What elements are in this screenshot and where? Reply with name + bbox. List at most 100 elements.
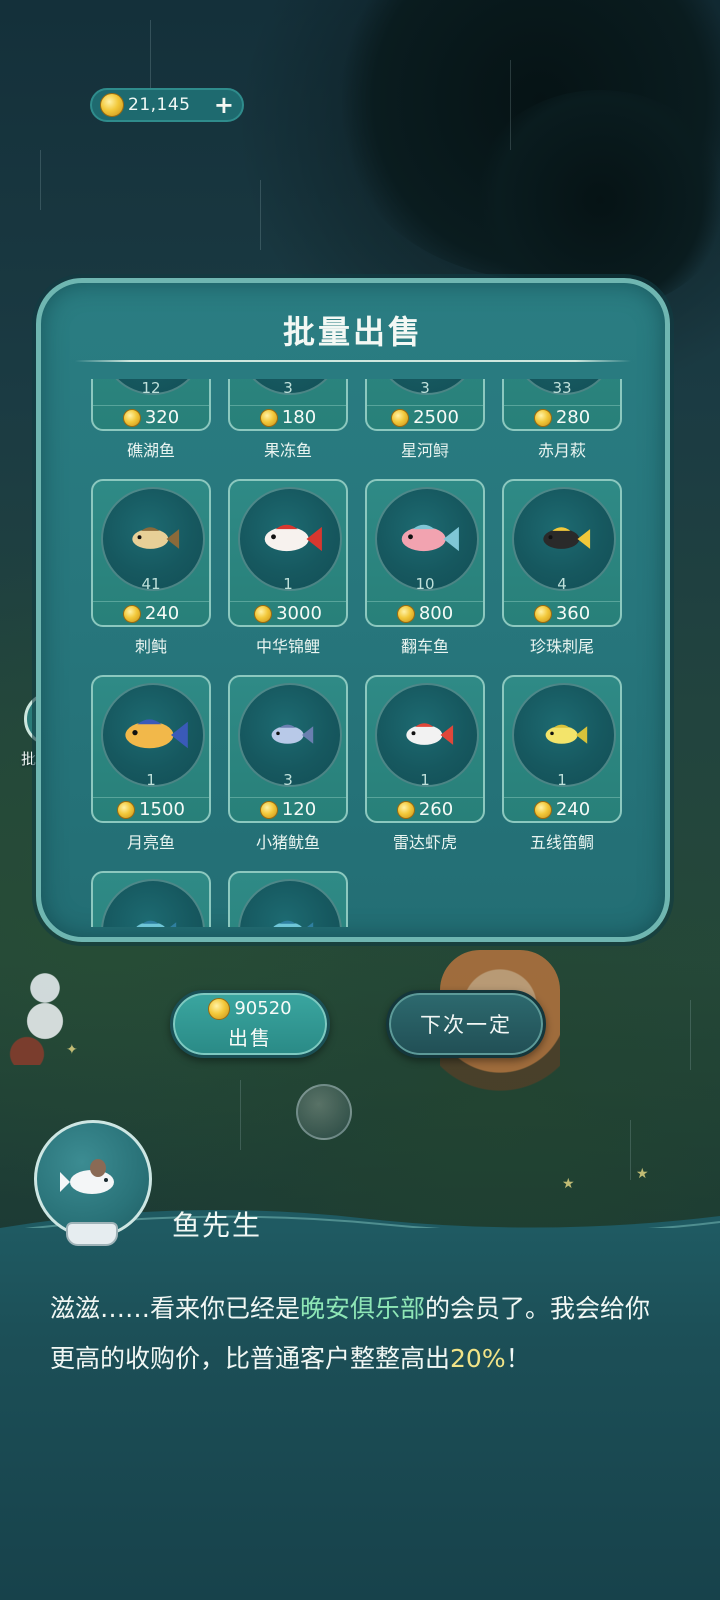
- fish-grid-scroll[interactable]: 12 320 礁湖鱼 3 180 果冻鱼 3 2500 星河鲟 33 280 赤…: [91, 379, 625, 927]
- fish-card[interactable]: 12 320 礁湖鱼: [91, 379, 211, 479]
- fish-card-frame: 3 2500: [365, 379, 485, 431]
- dark-tree-canopy: [470, 90, 720, 310]
- fish-name: 星河鲟: [400, 441, 449, 460]
- fish-count: 12: [141, 379, 161, 397]
- fish-price-row: 260: [367, 797, 483, 821]
- coin-icon: [391, 408, 410, 427]
- fish-name: 赤月萩: [537, 441, 586, 460]
- coin-icon: [208, 997, 231, 1020]
- fish-grid: 12 320 礁湖鱼 3 180 果冻鱼 3 2500 星河鲟 33 280 赤…: [91, 379, 625, 927]
- batch-sell-panel: 批量出售 12 320 礁湖鱼 3 180 果冻鱼 3 2500 星河鲟 33 …: [36, 278, 670, 942]
- fish-card-frame: 41 240: [91, 479, 211, 627]
- fish-price-row: 800: [367, 601, 483, 625]
- percent-highlight: 20%: [450, 1344, 506, 1373]
- fish-card[interactable]: 4 360 珍珠刺尾: [502, 479, 622, 675]
- coin-icon: [259, 408, 278, 427]
- fish-price: 320: [144, 407, 180, 428]
- coin-icon: [117, 800, 136, 819]
- fish-count: 1: [420, 771, 430, 789]
- fish-price: 800: [418, 603, 454, 624]
- fish-card-frame: 1 1500: [91, 675, 211, 823]
- fish-price-row: 280: [504, 405, 620, 429]
- add-coins-button[interactable]: +: [214, 93, 234, 117]
- fish-price-row: 1500: [93, 797, 209, 821]
- coin-balance-value: 21,145: [128, 95, 191, 115]
- fish-count: 10: [415, 575, 435, 593]
- fish-price: 3000: [276, 603, 322, 624]
- coin-balance-pill: 21,145 +: [90, 88, 244, 122]
- background-bubble-decoration: [296, 1084, 352, 1140]
- fish-card-frame: 12 320: [91, 379, 211, 431]
- fish-count: 33: [552, 379, 572, 397]
- fish-card[interactable]: [91, 871, 211, 927]
- fish-price: 2500: [413, 407, 459, 428]
- coin-icon: [533, 800, 552, 819]
- fish-name: 刺鲀: [134, 637, 167, 656]
- dialog-text: 滋滋……看来你已经是晚安俱乐部的会员了。我会给你更高的收购价，比普通客户整整高出…: [50, 1284, 670, 1384]
- fish-card-frame: 1 3000: [228, 479, 348, 627]
- fish-price-row: 320: [93, 405, 209, 429]
- fish-card-frame: 1 260: [365, 675, 485, 823]
- fish-price: 180: [281, 407, 317, 428]
- fish-name: 五线笛鲷: [529, 833, 594, 852]
- fish-count: 4: [557, 575, 567, 593]
- fish-card[interactable]: 3 2500 星河鲟: [365, 379, 485, 479]
- coin-icon: [259, 800, 278, 819]
- fish-count: 3: [283, 379, 293, 397]
- club-name-highlight: 晚安俱乐部: [300, 1294, 426, 1323]
- fish-card[interactable]: 1 1500 月亮鱼: [91, 675, 211, 871]
- fish-card[interactable]: [228, 871, 348, 927]
- fish-card[interactable]: 1 3000 中华锦鲤: [228, 479, 348, 675]
- avatar-stand: [66, 1222, 118, 1246]
- fish-count: 1: [557, 771, 567, 789]
- sell-button-label: 出售: [228, 1025, 272, 1050]
- sparkle-icon: ★: [636, 1166, 649, 1182]
- coin-icon: [396, 604, 415, 623]
- fish-card[interactable]: 1 240 五线笛鲷: [502, 675, 622, 871]
- fish-card[interactable]: 10 800 翻车鱼: [365, 479, 485, 675]
- fish-price: 240: [144, 603, 180, 624]
- fish-count: 1: [283, 575, 293, 593]
- title-divider: [75, 360, 631, 362]
- fish-name: 果冻鱼: [263, 441, 312, 460]
- fish-card[interactable]: 41 240 刺鲀: [91, 479, 211, 675]
- snowman-cart-decoration: [0, 955, 90, 1065]
- coin-icon: [122, 604, 141, 623]
- fish-price: 1500: [139, 799, 185, 820]
- fish-card[interactable]: 1 260 雷达虾虎: [365, 675, 485, 871]
- fish-card[interactable]: 3 180 果冻鱼: [228, 379, 348, 479]
- coin-icon: [396, 800, 415, 819]
- panel-title: 批量出售: [282, 313, 423, 351]
- fish-name: 月亮鱼: [126, 833, 175, 852]
- fish-card-frame: 33 280: [502, 379, 622, 431]
- coin-icon: [254, 604, 273, 623]
- fish-name: 翻车鱼: [400, 637, 449, 656]
- partial-fish-icon: [101, 879, 205, 927]
- coin-icon: [533, 408, 552, 427]
- next-time-button[interactable]: 下次一定: [386, 990, 546, 1058]
- fish-count: 3: [420, 379, 430, 397]
- seal-fish-icon: [60, 1159, 114, 1194]
- dialog-text-end: ！: [505, 1344, 531, 1373]
- fish-card-frame: 4 360: [502, 479, 622, 627]
- fish-name: 礁湖鱼: [126, 441, 175, 460]
- fish-price-row: 360: [504, 601, 620, 625]
- fish-count: 3: [283, 771, 293, 789]
- fish-card-frame: 1 240: [502, 675, 622, 823]
- fish-card-frame: 3 180: [228, 379, 348, 431]
- sell-button[interactable]: 90520 出售: [170, 990, 330, 1058]
- fish-price-row: 240: [504, 797, 620, 821]
- fish-price: 360: [555, 603, 591, 624]
- fish-count: 1: [146, 771, 156, 789]
- fish-price: 260: [418, 799, 454, 820]
- dialog-text-part1: 滋滋……看来你已经是: [50, 1294, 301, 1323]
- fish-card[interactable]: 3 120 小猪鱿鱼: [228, 675, 348, 871]
- fish-price: 120: [281, 799, 317, 820]
- fish-count: 41: [141, 575, 161, 593]
- fish-price-row: 180: [230, 405, 346, 429]
- fish-price-row: 120: [230, 797, 346, 821]
- coin-icon: [533, 604, 552, 623]
- fish-price-row: 3000: [230, 601, 346, 625]
- coin-icon: [122, 408, 141, 427]
- fish-card[interactable]: 33 280 赤月萩: [502, 379, 622, 479]
